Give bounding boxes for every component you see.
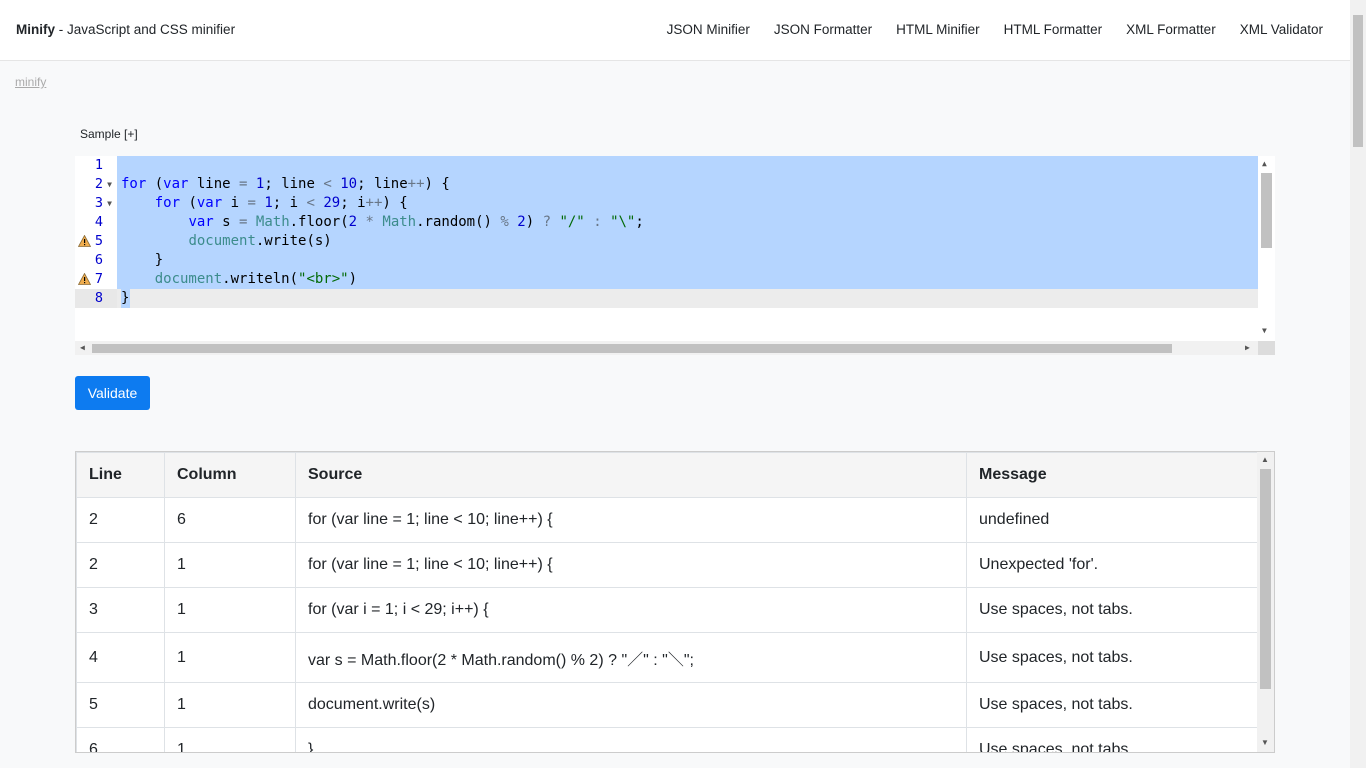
line-number-active: 8 bbox=[75, 289, 117, 308]
cell-line: 5 bbox=[76, 682, 165, 728]
column-header-message[interactable]: Message bbox=[966, 452, 1258, 498]
warning-icon bbox=[78, 273, 91, 285]
code-line: } bbox=[121, 290, 130, 306]
editor-gutter: 1 2 ▼ 3 ▼ 4 5 6 7 8 bbox=[75, 156, 117, 341]
line-number: 6 bbox=[94, 252, 103, 268]
line-number: 1 bbox=[94, 157, 103, 173]
sample-toggle[interactable]: Sample [+] bbox=[80, 127, 138, 141]
nav-xml-validator[interactable]: XML Validator bbox=[1240, 22, 1323, 37]
active-line-highlight bbox=[117, 289, 1258, 308]
cell-message: Use spaces, not tabs. bbox=[966, 682, 1258, 728]
editor-horizontal-scrollbar[interactable]: ◀ ▶ bbox=[75, 341, 1258, 355]
nav-json-minifier[interactable]: JSON Minifier bbox=[667, 22, 750, 37]
cell-line: 3 bbox=[76, 587, 165, 633]
cell-source: var s = Math.floor(2 * Math.random() % 2… bbox=[295, 632, 967, 683]
scrollbar-thumb[interactable] bbox=[92, 344, 1172, 353]
code-line: for (var line = 1; line < 10; line++) { bbox=[121, 176, 450, 192]
cell-column: 6 bbox=[164, 497, 296, 543]
cell-message: Unexpected 'for'. bbox=[966, 542, 1258, 588]
editor-vertical-scrollbar[interactable]: ▲ ▼ bbox=[1258, 156, 1275, 341]
cell-column: 1 bbox=[164, 632, 296, 683]
main-nav: JSON Minifier JSON Formatter HTML Minifi… bbox=[667, 22, 1323, 37]
code-line: } bbox=[121, 252, 164, 268]
fold-arrow-icon[interactable]: ▼ bbox=[107, 175, 112, 194]
cell-message: Use spaces, not tabs. bbox=[966, 727, 1258, 752]
nav-xml-formatter[interactable]: XML Formatter bbox=[1126, 22, 1216, 37]
cell-column: 1 bbox=[164, 727, 296, 752]
column-header-column[interactable]: Column bbox=[164, 452, 296, 498]
cell-column: 1 bbox=[164, 542, 296, 588]
line-number: 7 bbox=[75, 270, 117, 289]
cell-column: 1 bbox=[164, 682, 296, 728]
scroll-left-icon[interactable]: ◀ bbox=[80, 343, 85, 352]
table-row[interactable]: 2 6 for (var line = 1; line < 10; line++… bbox=[76, 497, 1258, 543]
cell-message: Use spaces, not tabs. bbox=[966, 632, 1258, 683]
code-line: document.writeln("<br>") bbox=[154, 271, 358, 287]
brand-tagline: - JavaScript and CSS minifier bbox=[55, 22, 236, 37]
code-line: var s = Math.floor(2 * Math.random() % 2… bbox=[188, 214, 644, 230]
code-line: document.write(s) bbox=[188, 233, 332, 249]
cell-line: 6 bbox=[76, 727, 165, 752]
validate-button[interactable]: Validate bbox=[75, 376, 150, 410]
scroll-up-icon[interactable]: ▲ bbox=[1261, 455, 1269, 464]
nav-html-formatter[interactable]: HTML Formatter bbox=[1004, 22, 1103, 37]
cell-line: 2 bbox=[76, 542, 165, 588]
table-row[interactable]: 4 1 var s = Math.floor(2 * Math.random()… bbox=[76, 632, 1258, 683]
table-row[interactable]: 2 1 for (var line = 1; line < 10; line++… bbox=[76, 542, 1258, 588]
warning-icon bbox=[78, 235, 91, 247]
table-row[interactable]: 6 1 } Use spaces, not tabs. bbox=[76, 727, 1258, 752]
code-line: for (var i = 1; i < 29; i++) { bbox=[154, 195, 408, 211]
scrollbar-thumb[interactable] bbox=[1353, 15, 1363, 147]
code-editor[interactable]: 1 2 ▼ 3 ▼ 4 5 6 7 8 for (var line = 1; lin… bbox=[75, 156, 1275, 355]
brand-name: Minify bbox=[16, 22, 55, 37]
scrollbar-thumb[interactable] bbox=[1260, 469, 1271, 689]
nav-json-formatter[interactable]: JSON Formatter bbox=[774, 22, 872, 37]
breadcrumb-minify[interactable]: minify bbox=[15, 75, 46, 89]
fold-arrow-icon[interactable]: ▼ bbox=[107, 194, 112, 213]
scroll-right-icon[interactable]: ▶ bbox=[1245, 343, 1250, 352]
cell-line: 4 bbox=[76, 632, 165, 683]
cell-source: for (var line = 1; line < 10; line++) { bbox=[295, 542, 967, 588]
scroll-up-icon[interactable]: ▲ bbox=[1262, 159, 1267, 168]
column-header-line[interactable]: Line bbox=[76, 452, 165, 498]
results-scrollbar[interactable]: ▲ ▼ bbox=[1257, 452, 1274, 752]
scrollbar-corner bbox=[1258, 341, 1275, 355]
page-scrollbar[interactable] bbox=[1350, 0, 1366, 768]
line-number: 4 bbox=[94, 214, 103, 230]
cell-line: 2 bbox=[76, 497, 165, 543]
cell-source: for (var i = 1; i < 29; i++) { bbox=[295, 587, 967, 633]
scrollbar-thumb[interactable] bbox=[1261, 173, 1272, 248]
scroll-down-icon[interactable]: ▼ bbox=[1262, 326, 1267, 335]
nav-html-minifier[interactable]: HTML Minifier bbox=[896, 22, 980, 37]
site-header: Minify - JavaScript and CSS minifier JSO… bbox=[0, 0, 1350, 61]
brand[interactable]: Minify - JavaScript and CSS minifier bbox=[16, 22, 235, 37]
scroll-down-icon[interactable]: ▼ bbox=[1261, 738, 1269, 747]
column-header-source[interactable]: Source bbox=[295, 452, 967, 498]
table-header-row: Line Column Source Message bbox=[76, 452, 1258, 498]
table-row[interactable]: 3 1 for (var i = 1; i < 29; i++) { Use s… bbox=[76, 587, 1258, 633]
line-number: 5 bbox=[75, 232, 117, 251]
cell-source: } bbox=[295, 727, 967, 752]
cell-source: for (var line = 1; line < 10; line++) { bbox=[295, 497, 967, 543]
results-table: Line Column Source Message 2 6 for (var … bbox=[76, 452, 1258, 752]
table-row[interactable]: 5 1 document.write(s) Use spaces, not ta… bbox=[76, 682, 1258, 728]
cell-source: document.write(s) bbox=[295, 682, 967, 728]
code-area[interactable]: for (var line = 1; line < 10; line++) { … bbox=[117, 156, 1258, 341]
cell-message: undefined bbox=[966, 497, 1258, 543]
line-number: 3 ▼ bbox=[94, 194, 112, 213]
line-number: 2 ▼ bbox=[94, 175, 112, 194]
results-table-container: Line Column Source Message 2 6 for (var … bbox=[75, 451, 1275, 753]
cell-message: Use spaces, not tabs. bbox=[966, 587, 1258, 633]
cell-column: 1 bbox=[164, 587, 296, 633]
